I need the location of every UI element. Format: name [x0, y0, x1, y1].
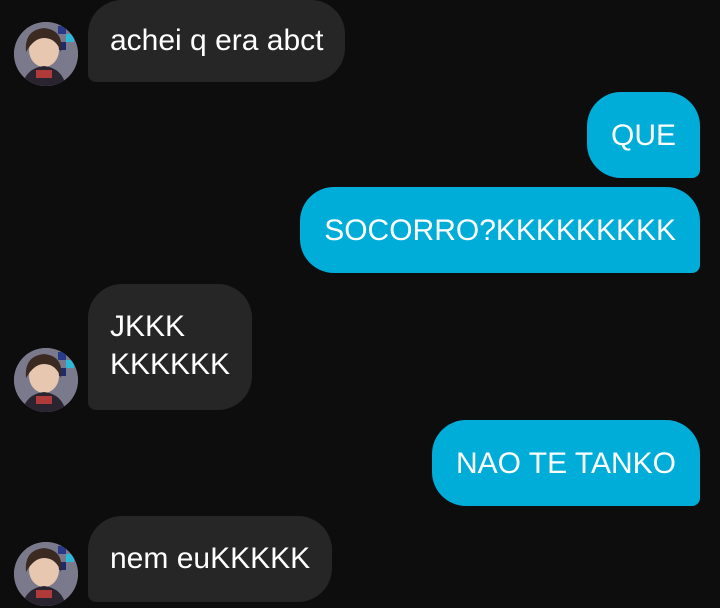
message-text-line: KKKKKK: [110, 348, 231, 381]
message-text: QUE: [610, 119, 676, 152]
message-row-incoming: JKKK KKKKKK: [0, 284, 720, 412]
message-text: achei q era abct: [110, 24, 324, 57]
message-bubble[interactable]: QUE: [586, 92, 700, 178]
message-text-line: JKKK: [110, 310, 186, 343]
chat-thread: achei q era abct QUE SOCORRO?KKKKKKKKK J…: [0, 0, 720, 608]
message-row-outgoing: NAO TE TANKO: [0, 420, 720, 506]
message-text: NAO TE TANKO: [455, 447, 676, 480]
message-bubble[interactable]: achei q era abct: [88, 0, 346, 82]
message-row-outgoing: SOCORRO?KKKKKKKKK: [0, 187, 720, 273]
message-bubble[interactable]: NAO TE TANKO: [431, 420, 700, 506]
contact-avatar[interactable]: [14, 348, 78, 412]
message-bubble[interactable]: JKKK KKKKKK: [88, 284, 253, 410]
message-row-incoming: achei q era abct: [0, 0, 720, 86]
contact-avatar[interactable]: [14, 542, 78, 606]
message-text: SOCORRO?KKKKKKKKK: [324, 214, 676, 247]
message-row-outgoing: QUE: [0, 92, 720, 178]
contact-avatar[interactable]: [14, 22, 78, 86]
message-bubble[interactable]: nem euKKKKK: [88, 516, 333, 602]
message-row-incoming: nem euKKKKK: [0, 516, 720, 606]
message-text: nem euKKKKK: [110, 542, 311, 575]
message-bubble[interactable]: SOCORRO?KKKKKKKKK: [300, 187, 700, 273]
